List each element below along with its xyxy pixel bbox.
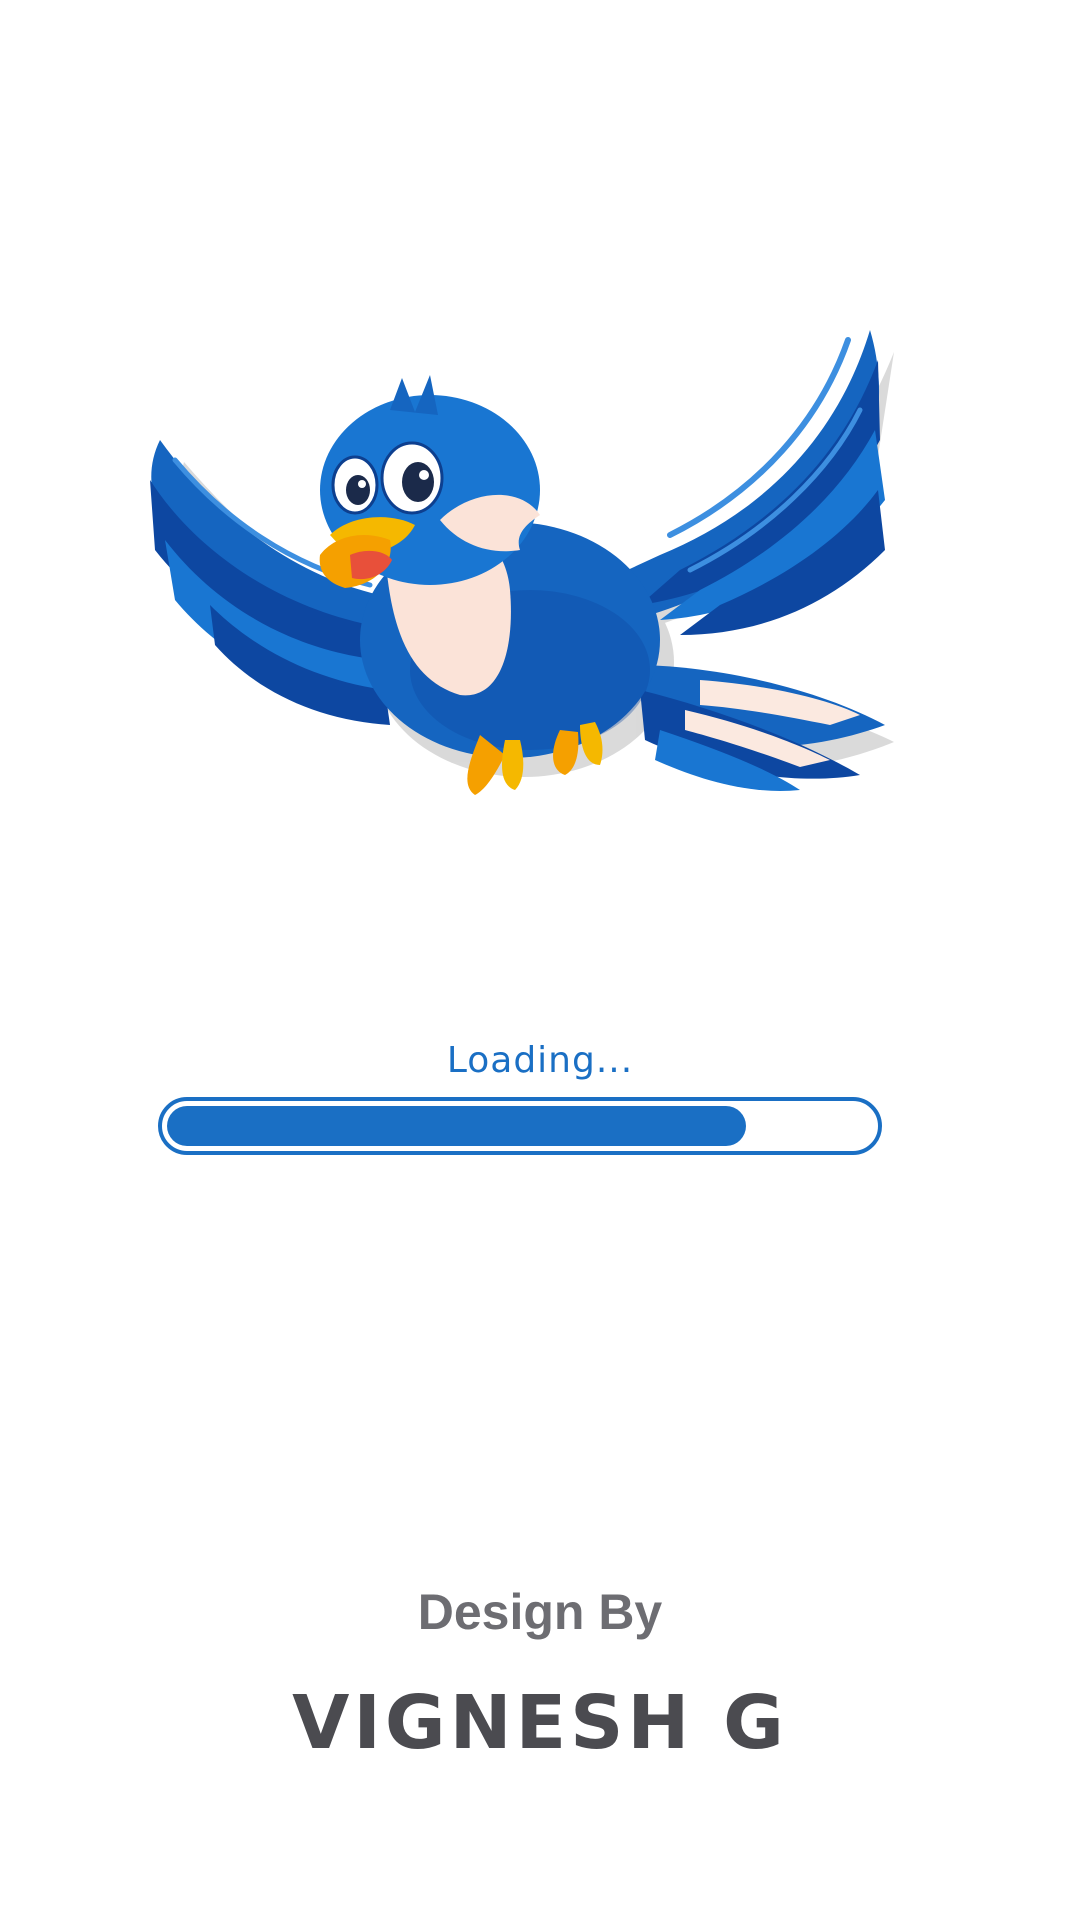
designer-name: VIGNESH G [292, 1680, 788, 1766]
loading-progress-bar [158, 1097, 882, 1155]
loading-label: Loading... [446, 1040, 634, 1081]
design-by-label: Design By [417, 1584, 663, 1640]
progress-fill [167, 1106, 746, 1146]
blue-bird-icon [140, 320, 940, 880]
